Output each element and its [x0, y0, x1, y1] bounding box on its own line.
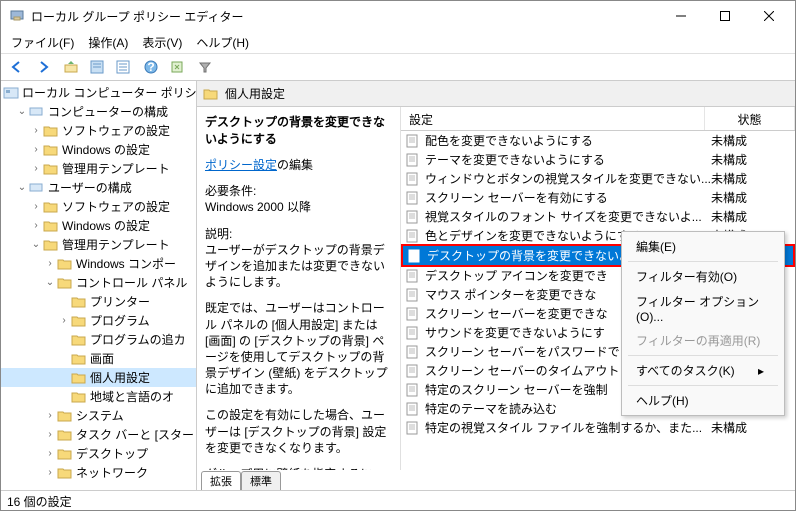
- props-button[interactable]: [85, 55, 109, 79]
- list-row[interactable]: 視覚スタイルのフォント サイズを変更できないよ...未構成: [401, 207, 795, 226]
- col-state[interactable]: 状態: [705, 107, 795, 130]
- menubar: ファイル(F) 操作(A) 表示(V) ヘルプ(H): [1, 31, 795, 53]
- refresh-button[interactable]: [165, 55, 189, 79]
- tabs: 拡張 標準: [197, 470, 795, 490]
- maximize-button[interactable]: [703, 1, 747, 31]
- menu-separator: [628, 261, 778, 262]
- tree-item[interactable]: 画面: [1, 349, 196, 368]
- close-button[interactable]: [747, 1, 791, 31]
- menu-action[interactable]: 操作(A): [82, 32, 134, 53]
- tree-item[interactable]: プリンター: [1, 292, 196, 311]
- menu-all-tasks[interactable]: すべてのタスク(K)▸: [624, 358, 782, 383]
- context-menu: 編集(E) フィルター有効(O) フィルター オプション(O)... フィルター…: [621, 231, 785, 416]
- tree-item[interactable]: ›システム: [1, 406, 196, 425]
- list-row[interactable]: テーマを変更できないようにする未構成: [401, 150, 795, 169]
- list-button[interactable]: [111, 55, 135, 79]
- tab-extended[interactable]: 拡張: [201, 471, 241, 490]
- tree-item[interactable]: ›タスク バーと [スター: [1, 425, 196, 444]
- tree-item[interactable]: 地域と言語のオ: [1, 387, 196, 406]
- policy-icon: [405, 288, 421, 302]
- policy-icon: [405, 210, 421, 224]
- menu-help[interactable]: ヘルプ(H): [624, 388, 782, 413]
- tree-item[interactable]: ›管理用テンプレート: [1, 159, 196, 178]
- policy-icon: [405, 345, 421, 359]
- tree-item[interactable]: ›ソフトウェアの設定: [1, 197, 196, 216]
- tree-item[interactable]: ⌄コントロール パネル: [1, 273, 196, 292]
- tab-standard[interactable]: 標準: [241, 471, 281, 490]
- list-row[interactable]: 配色を変更できないようにする未構成: [401, 131, 795, 150]
- tree-root[interactable]: ローカル コンピューター ポリシー: [1, 83, 196, 102]
- tree-computer-cfg[interactable]: ⌄コンピューターの構成: [1, 102, 196, 121]
- folder-icon: [203, 87, 219, 101]
- tree-item[interactable]: ›ネットワーク: [1, 463, 196, 482]
- policy-icon: [405, 421, 421, 435]
- policy-icon: [405, 364, 421, 378]
- policy-icon: [405, 383, 421, 397]
- menu-filter-re: フィルターの再適用(R): [624, 328, 782, 353]
- toolbar: ?: [1, 53, 795, 81]
- breadcrumb-label: 個人用設定: [225, 85, 285, 102]
- app-window: ローカル グループ ポリシー エディター ファイル(F) 操作(A) 表示(V)…: [0, 0, 796, 511]
- policy-icon: [405, 269, 421, 283]
- tree-item[interactable]: ›Windows の設定: [1, 216, 196, 235]
- tree-panel[interactable]: ローカル コンピューター ポリシー ⌄コンピューターの構成 ›ソフトウェアの設定…: [1, 81, 197, 490]
- tree-item-personal[interactable]: 個人用設定: [1, 368, 196, 387]
- policy-icon: [405, 229, 421, 243]
- minimize-button[interactable]: [659, 1, 703, 31]
- app-icon: [9, 8, 25, 24]
- menu-separator: [628, 355, 778, 356]
- menu-edit[interactable]: 編集(E): [624, 234, 782, 259]
- status-text: 16 個の設定: [7, 495, 72, 509]
- list-row[interactable]: ウィンドウとボタンの視覚スタイルを変更できない...未構成: [401, 169, 795, 188]
- menu-separator: [628, 385, 778, 386]
- policy-icon: [405, 191, 421, 205]
- tree-item[interactable]: ›ソフトウェアの設定: [1, 121, 196, 140]
- policy-icon: [405, 134, 421, 148]
- policy-icon: [405, 307, 421, 321]
- list-row[interactable]: スクリーン セーバーを有効にする未構成: [401, 188, 795, 207]
- policy-icon: [405, 402, 421, 416]
- menu-file[interactable]: ファイル(F): [5, 32, 80, 53]
- back-button[interactable]: [5, 55, 29, 79]
- menu-view[interactable]: 表示(V): [136, 32, 188, 53]
- menu-help[interactable]: ヘルプ(H): [190, 32, 255, 53]
- tree-user-cfg[interactable]: ⌄ユーザーの構成: [1, 178, 196, 197]
- menu-filter-opt[interactable]: フィルター オプション(O)...: [624, 289, 782, 328]
- policy-title: デスクトップの背景を変更できないようにする: [205, 113, 392, 147]
- list-row[interactable]: 特定の視覚スタイル ファイルを強制するか、また...未構成: [401, 418, 795, 437]
- tree-item[interactable]: ›デスクトップ: [1, 444, 196, 463]
- content-area: ローカル コンピューター ポリシー ⌄コンピューターの構成 ›ソフトウェアの設定…: [1, 81, 795, 490]
- policy-icon: [405, 172, 421, 186]
- titlebar: ローカル グループ ポリシー エディター: [1, 1, 795, 31]
- tree-item[interactable]: プログラムの追カ: [1, 330, 196, 349]
- policy-icon: [405, 326, 421, 340]
- policy-icon: [407, 249, 423, 263]
- statusbar: 16 個の設定: [1, 490, 795, 510]
- window-title: ローカル グループ ポリシー エディター: [31, 8, 659, 25]
- help-button[interactable]: ?: [139, 55, 163, 79]
- forward-button[interactable]: [31, 55, 55, 79]
- breadcrumb: 個人用設定: [197, 81, 795, 107]
- policy-icon: [405, 153, 421, 167]
- col-name[interactable]: 設定: [401, 107, 705, 130]
- tree-item[interactable]: ›Windows コンポー: [1, 254, 196, 273]
- menu-filter-on[interactable]: フィルター有効(O): [624, 264, 782, 289]
- right-panel: 個人用設定 デスクトップの背景を変更できないようにする ポリシー設定の編集 必要…: [197, 81, 795, 490]
- list-header: 設定 状態: [401, 107, 795, 131]
- edit-policy-link[interactable]: ポリシー設定: [205, 158, 277, 172]
- up-button[interactable]: [59, 55, 83, 79]
- chevron-right-icon: ▸: [758, 364, 764, 378]
- filter-button[interactable]: [193, 55, 217, 79]
- tree-item[interactable]: ›プログラム: [1, 311, 196, 330]
- description-panel: デスクトップの背景を変更できないようにする ポリシー設定の編集 必要条件:Win…: [197, 107, 401, 470]
- svg-text:?: ?: [147, 60, 154, 74]
- tree-item[interactable]: ⌄管理用テンプレート: [1, 235, 196, 254]
- tree-item[interactable]: ›Windows の設定: [1, 140, 196, 159]
